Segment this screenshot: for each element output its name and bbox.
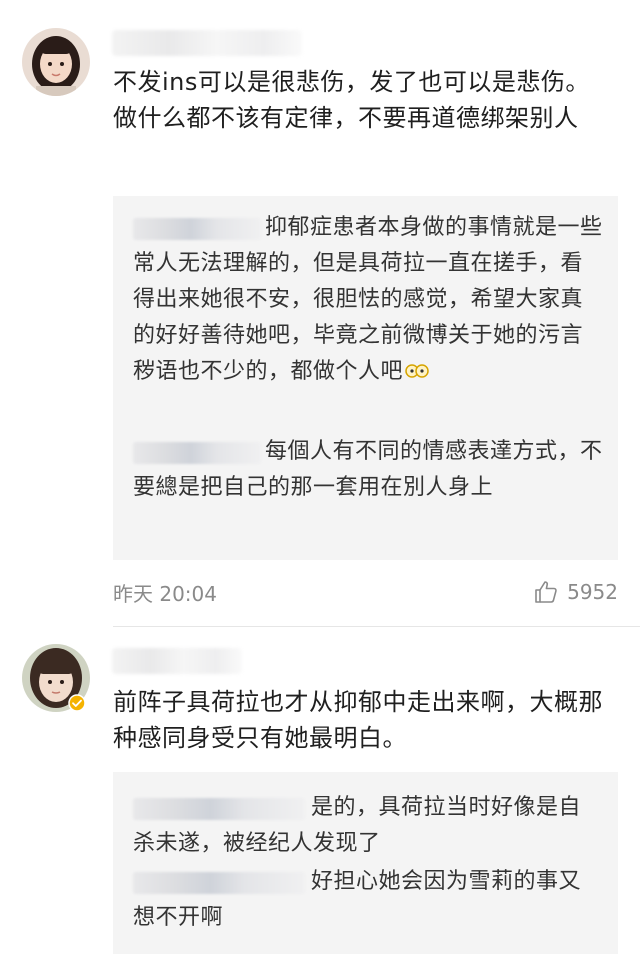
timestamp: 昨天 20:04	[113, 582, 217, 606]
comment-meta: 昨天 20:04 5952	[113, 576, 618, 608]
comment-item: 前阵子具荷拉也才从抑郁中走出来啊，大概那种感同身受只有她最明白。 是的，具荷拉当…	[0, 628, 640, 954]
reply-item[interactable]: 抑郁症患者本身做的事情就是一些常人无法理解的，但是具荷拉一直在搓手，看得出来她很…	[133, 210, 603, 390]
verified-badge-icon	[68, 694, 86, 712]
comment-divider	[113, 626, 640, 627]
comment-text: 不发ins可以是很悲伤，发了也可以是悲伤。做什么都不该有定律，不要再道德绑架别人	[113, 68, 590, 132]
avatar-portrait-icon	[22, 28, 90, 96]
comment-item: 不发ins可以是很悲伤，发了也可以是悲伤。做什么都不该有定律，不要再道德绑架别人…	[0, 0, 640, 628]
like-count: 5952	[567, 580, 618, 604]
reply-username-redacted[interactable]	[133, 798, 305, 820]
reply-text: 抑郁症患者本身做的事情就是一些常人无法理解的，但是具荷拉一直在搓手，看得出来她很…	[133, 215, 603, 384]
reply-box[interactable]: 是的，具荷拉当时好像是自杀未遂，被经纪人发现了 好担心她会因为雪莉的事又想不开啊	[113, 772, 618, 954]
username-redacted[interactable]	[112, 30, 302, 56]
reply-item[interactable]: 是的，具荷拉当时好像是自杀未遂，被经纪人发现了	[133, 790, 603, 862]
reply-item[interactable]: 好担心她会因为雪莉的事又想不开啊	[133, 864, 603, 936]
user-avatar[interactable]	[22, 28, 90, 96]
reply-item[interactable]: 每個人有不同的情感表達方式，不要總是把自己的那一套用在別人身上	[133, 434, 603, 506]
thumbs-up-icon	[535, 581, 557, 603]
reply-box[interactable]: 抑郁症患者本身做的事情就是一些常人无法理解的，但是具荷拉一直在搓手，看得出来她很…	[113, 196, 618, 560]
comment-text: 前阵子具荷拉也才从抑郁中走出来啊，大概那种感同身受只有她最明白。	[113, 688, 603, 752]
username-redacted[interactable]	[112, 648, 242, 674]
glasses-face-emoji	[405, 364, 429, 378]
reply-username-redacted[interactable]	[133, 442, 261, 464]
reply-username-redacted[interactable]	[133, 872, 305, 894]
reply-username-redacted[interactable]	[133, 218, 261, 240]
like-button[interactable]: 5952	[533, 576, 618, 608]
